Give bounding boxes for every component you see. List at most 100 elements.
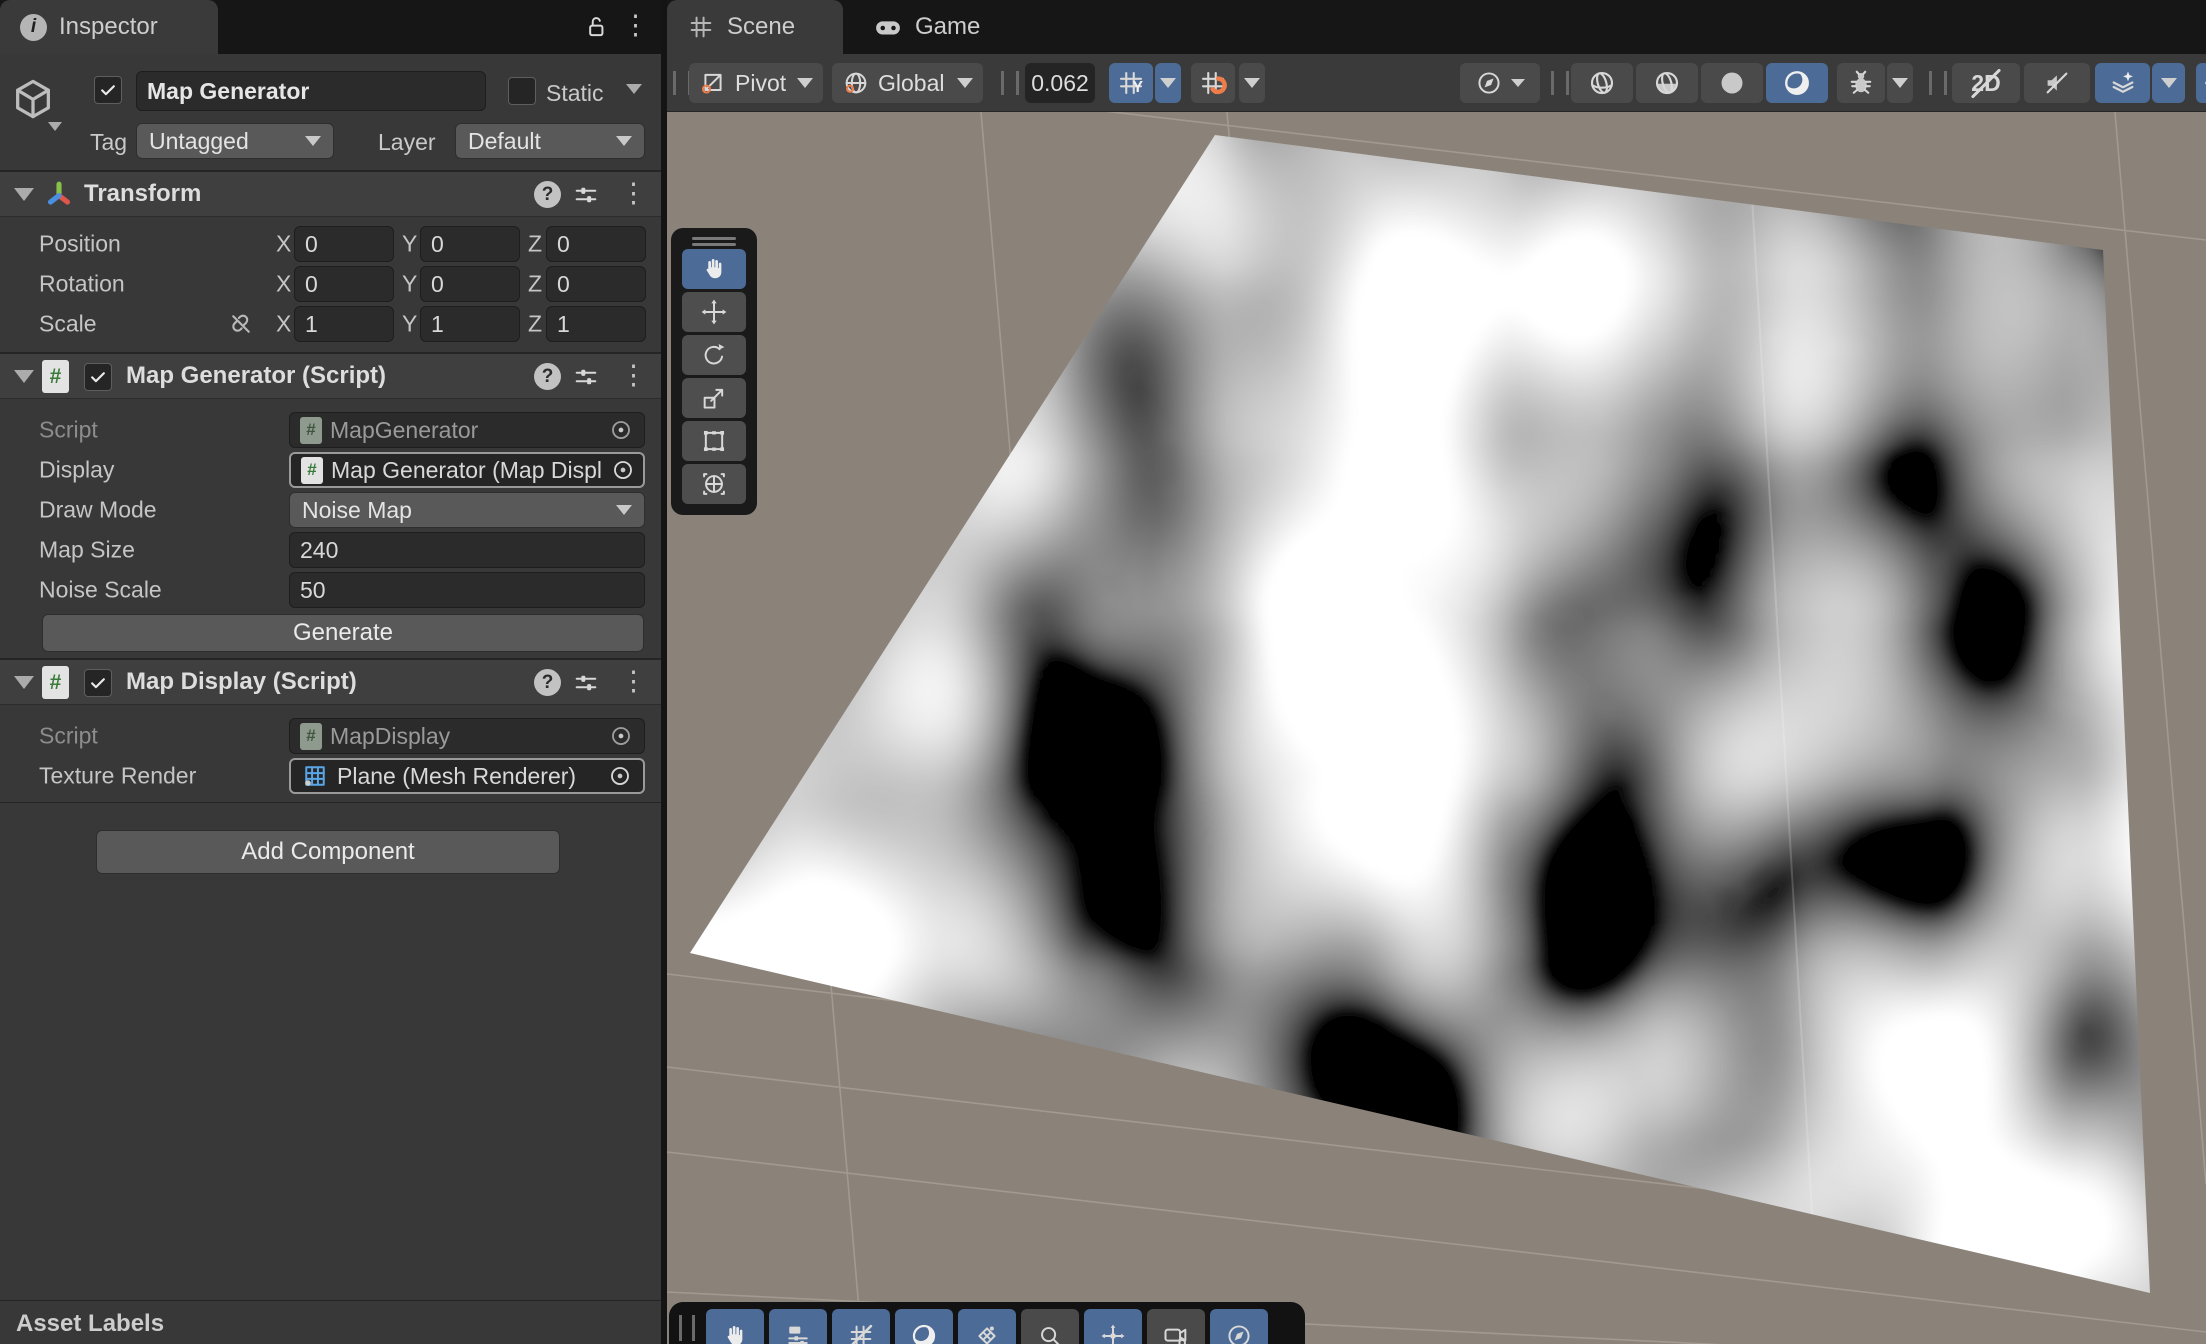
- overlay-tool-settings-button[interactable]: [769, 1309, 827, 1344]
- object-picker-icon[interactable]: [610, 457, 636, 483]
- map-display-presets-icon[interactable]: [572, 669, 600, 697]
- tag-value: Untagged: [149, 128, 249, 155]
- map-size-input[interactable]: 240: [289, 532, 645, 568]
- scene-viewport[interactable]: [667, 112, 2206, 1344]
- transform-tool-button[interactable]: [682, 464, 746, 504]
- debug-button[interactable]: [1837, 63, 1885, 103]
- object-picker-icon[interactable]: [608, 417, 634, 443]
- position-z-input[interactable]: 0: [546, 226, 646, 262]
- effects-toggle[interactable]: [2095, 63, 2150, 103]
- map-generator-enabled-checkbox[interactable]: [84, 363, 112, 391]
- transform-header[interactable]: Transform ? ⋮: [0, 171, 661, 217]
- overlay-move-button[interactable]: [1084, 1309, 1142, 1344]
- draw-mode-dropdown[interactable]: Noise Map: [289, 492, 645, 528]
- move-tool-button[interactable]: [682, 292, 746, 332]
- map-display-help-icon[interactable]: ?: [534, 669, 561, 696]
- map-generator-header[interactable]: # Map Generator (Script) ? ⋮: [0, 353, 661, 399]
- effects-caret-button[interactable]: [2152, 63, 2185, 103]
- position-y-input[interactable]: 0: [420, 226, 520, 262]
- noise-scale-input[interactable]: 50: [289, 572, 645, 608]
- map-display-menu-icon[interactable]: ⋮: [620, 668, 647, 695]
- transform-foldout[interactable]: [14, 188, 34, 201]
- grid-snap-toggle[interactable]: Y: [1109, 63, 1153, 103]
- inspector-menu-icon[interactable]: ⋮: [622, 12, 649, 39]
- scale-x-input[interactable]: 1: [294, 306, 394, 342]
- lighting-wire-toggle[interactable]: [1571, 63, 1633, 103]
- rect-tool-button[interactable]: [682, 421, 746, 461]
- overlay-navigation-button[interactable]: [1210, 1309, 1268, 1344]
- axis-y-label: Y: [402, 311, 417, 338]
- debug-caret-button[interactable]: [1887, 63, 1913, 103]
- rotation-y-input[interactable]: 0: [420, 266, 520, 302]
- overlay-drag-handle[interactable]: [671, 237, 757, 246]
- lighting-shaded-wire-toggle[interactable]: [1636, 63, 1698, 103]
- tag-dropdown[interactable]: Untagged: [136, 123, 334, 159]
- gameobject-active-checkbox[interactable]: [94, 76, 122, 104]
- overlay-camera-button[interactable]: [1147, 1309, 1205, 1344]
- overlay-snap-button[interactable]: [958, 1309, 1016, 1344]
- overlay-grid-button[interactable]: [832, 1309, 890, 1344]
- add-component-button[interactable]: Add Component: [96, 830, 560, 874]
- toolbar-drag-handle[interactable]: [1551, 71, 1569, 95]
- object-picker-icon[interactable]: [608, 723, 634, 749]
- rotation-x-value: 0: [305, 271, 318, 298]
- tab-inspector[interactable]: i Inspector: [0, 0, 218, 54]
- transform-presets-icon[interactable]: [572, 181, 600, 209]
- map-generator-menu-icon[interactable]: ⋮: [620, 362, 647, 389]
- global-dropdown[interactable]: Global: [832, 63, 983, 103]
- layer-dropdown[interactable]: Default: [455, 123, 645, 159]
- tab-scene[interactable]: Scene: [667, 0, 843, 54]
- map-display-header[interactable]: # Map Display (Script) ? ⋮: [0, 659, 661, 705]
- texture-render-object-field[interactable]: Plane (Mesh Renderer): [289, 758, 645, 794]
- hand-tool-button[interactable]: [682, 249, 746, 289]
- tab-game[interactable]: Game: [853, 0, 1003, 54]
- script-object-field[interactable]: # MapGenerator: [289, 412, 645, 448]
- map-generator-help-icon[interactable]: ?: [534, 363, 561, 390]
- inspector-tab-label: Inspector: [59, 13, 158, 41]
- gameobject-cube-icon[interactable]: [10, 76, 56, 122]
- scale-x-value: 1: [305, 311, 318, 338]
- rotation-x-input[interactable]: 0: [294, 266, 394, 302]
- display-object-field[interactable]: # Map Generator (Map Displ: [289, 452, 645, 488]
- lighting-shaded-toggle[interactable]: [1766, 63, 1828, 103]
- snap-increment-caret-button[interactable]: [1239, 63, 1265, 103]
- scale-y-input[interactable]: 1: [420, 306, 520, 342]
- position-x-input[interactable]: 0: [294, 226, 394, 262]
- 2d-toggle[interactable]: 2D: [1952, 63, 2020, 103]
- toolbar-drag-handle[interactable]: [1001, 71, 1019, 95]
- map-display-title: Map Display (Script): [126, 668, 357, 696]
- visibility-toggle[interactable]: [2196, 63, 2206, 103]
- display-script-object-field[interactable]: # MapDisplay: [289, 718, 645, 754]
- rotation-z-input[interactable]: 0: [546, 266, 646, 302]
- transform-menu-icon[interactable]: ⋮: [620, 180, 647, 207]
- map-generator-presets-icon[interactable]: [572, 363, 600, 391]
- draw-mode-toolbar-dropdown[interactable]: [1460, 63, 1540, 103]
- transform-help-icon[interactable]: ?: [534, 181, 561, 208]
- object-picker-icon[interactable]: [607, 763, 633, 789]
- snap-increment-button[interactable]: [1191, 63, 1235, 103]
- overlay-lighting-button[interactable]: [895, 1309, 953, 1344]
- static-dropdown-caret[interactable]: [626, 84, 642, 94]
- map-display-enabled-checkbox[interactable]: [84, 669, 112, 697]
- audio-toggle[interactable]: [2024, 63, 2090, 103]
- overlay-hand-button[interactable]: [706, 1309, 764, 1344]
- grid-snap-caret-button[interactable]: [1155, 63, 1181, 103]
- grid-size-input[interactable]: 0.062: [1025, 63, 1095, 103]
- overlay-drag-handle[interactable]: [679, 1315, 695, 1341]
- inspector-lock-icon[interactable]: [582, 13, 610, 41]
- asset-labels-header[interactable]: Asset Labels: [16, 1310, 164, 1338]
- static-checkbox[interactable]: [508, 77, 536, 105]
- pivot-dropdown[interactable]: Pivot: [689, 63, 823, 103]
- scale-z-input[interactable]: 1: [546, 306, 646, 342]
- scale-tool-button[interactable]: [682, 378, 746, 418]
- gameobject-name-input[interactable]: Map Generator: [136, 71, 486, 111]
- toolbar-drag-handle[interactable]: [1929, 71, 1947, 95]
- map-generator-foldout[interactable]: [14, 370, 34, 383]
- rotate-tool-button[interactable]: [682, 335, 746, 375]
- map-display-foldout[interactable]: [14, 676, 34, 689]
- lighting-unlit-toggle[interactable]: [1701, 63, 1763, 103]
- overlay-search-button[interactable]: [1021, 1309, 1079, 1344]
- scale-link-broken-icon[interactable]: [226, 309, 256, 339]
- gameobject-icon-caret[interactable]: [48, 122, 62, 131]
- generate-button[interactable]: Generate: [42, 614, 644, 652]
